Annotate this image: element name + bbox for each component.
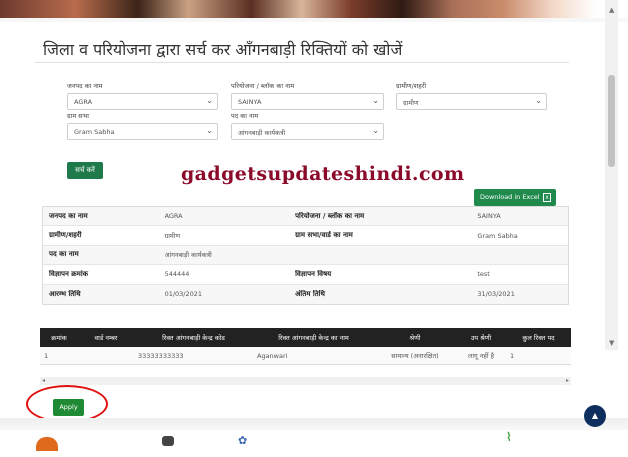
table-cell: 1 (510, 351, 515, 360)
title-divider (35, 62, 569, 63)
details-row: आरम्भ तिथि 01/03/2021 अंतिम तिथि 31/03/2… (43, 284, 568, 304)
details-row: विज्ञापन क्रमांक 544444 विज्ञापन विषय te… (43, 265, 568, 285)
details-value: 01/03/2021 (164, 290, 203, 299)
table-cell: 1 (44, 351, 49, 360)
site-watermark: gadgetsupdateshindi.com (181, 163, 465, 185)
column-header: वार्ड नम्बर (94, 334, 118, 342)
search-button[interactable]: सर्च करें (67, 162, 103, 179)
village-label: ग्राम सभा (67, 112, 89, 120)
chevron-down-icon: ⌄ (535, 96, 542, 105)
details-key: पद का नाम (49, 250, 79, 259)
page-scrollbar-thumb[interactable] (608, 75, 615, 167)
footer-logo-icon: ✿ (238, 434, 248, 447)
details-value: 31/03/2021 (477, 290, 515, 299)
footer-logo-icon (36, 437, 58, 451)
scroll-left-arrow-icon[interactable]: ◂ (42, 377, 45, 384)
table-cell: लागू नहीं है (467, 352, 495, 360)
scroll-down-arrow-icon[interactable]: ▼ (609, 339, 614, 347)
footer-divider (0, 418, 628, 430)
village-select-value: Gram Sabha (74, 128, 115, 136)
column-header: क्रमांक (51, 334, 67, 342)
details-key: विज्ञापन विषय (295, 269, 332, 278)
details-key: जनपद का नाम (49, 211, 88, 220)
table-row: 1 33333333333 Aganwari सामान्य (अनारक्षि… (40, 347, 571, 365)
table-cell: 33333333333 (138, 351, 184, 360)
chevron-down-icon: ⌄ (372, 126, 379, 135)
district-select-value: AGRA (74, 98, 93, 106)
area-select[interactable]: ग्रामीण ⌄ (396, 93, 547, 110)
footer-logo-icon (162, 436, 174, 446)
table-cell: Aganwari (257, 351, 288, 360)
header-banner-image (0, 0, 628, 22)
area-select-value: ग्रामीण (403, 99, 419, 107)
vacancy-details-table: जनपद का नाम AGRA परियोजना / ब्लॉक का नाम… (42, 206, 569, 305)
scroll-right-arrow-icon[interactable]: ▸ (566, 377, 569, 384)
chevron-down-icon: ⌄ (206, 126, 213, 135)
post-label: पद का नाम (231, 112, 259, 120)
page-scrollbar[interactable] (605, 0, 618, 350)
column-header: रिक्त आंगनबाड़ी केन्द्र का नाम (278, 334, 349, 342)
column-header: श्रेणी (409, 334, 421, 342)
details-key: आरम्भ तिथि (49, 289, 81, 298)
details-row: पद का नाम आंगनबाड़ी कार्यकत्री (43, 245, 568, 266)
vacancy-results-table: क्रमांक वार्ड नम्बर रिक्त आंगनबाड़ी केन्… (40, 328, 571, 365)
page-title: जिला व परियोजना द्वारा सर्च कर आँगनबाड़ी… (43, 40, 403, 59)
footer-logo-icon: ⌇ (506, 430, 512, 444)
chevron-down-icon: ⌄ (206, 96, 213, 105)
project-select-value: SAINYA (238, 98, 262, 106)
table-horizontal-scrollbar[interactable]: ◂ ▸ (40, 377, 571, 385)
details-value: ग्रामीण (164, 232, 181, 241)
post-select-value: आंगनबाड़ी कार्यकत्री (238, 129, 286, 137)
details-key: ग्राम सभा/वार्ड का नाम (295, 231, 353, 240)
details-value: Gram Sabha (477, 231, 518, 240)
details-row: जनपद का नाम AGRA परियोजना / ब्लॉक का नाम… (43, 207, 568, 227)
details-row: ग्रामीण/शहरी ग्रामीण ग्राम सभा/वार्ड का … (43, 226, 568, 246)
table-cell: सामान्य (अनारक्षित) (391, 352, 439, 360)
details-value: आंगनबाड़ी कार्यकत्री (164, 251, 212, 260)
details-value: 544444 (164, 270, 190, 279)
district-select[interactable]: AGRA ⌄ (67, 93, 218, 110)
details-value: SAINYA (477, 212, 501, 221)
details-key: विज्ञापन क्रमांक (49, 269, 89, 278)
download-excel-button[interactable]: Download in Excel x (474, 189, 556, 206)
scroll-to-top-button[interactable]: ▲ (584, 405, 606, 427)
post-select[interactable]: आंगनबाड़ी कार्यकत्री ⌄ (231, 123, 384, 140)
details-value: test (477, 270, 490, 279)
details-key: अंतिम तिथि (295, 289, 325, 298)
column-header: कुल रिक्त पद (522, 334, 555, 342)
column-header: रिक्त आंगनबाड़ी केन्द्र कोड (162, 334, 225, 342)
village-select[interactable]: Gram Sabha ⌄ (67, 123, 218, 140)
project-select[interactable]: SAINYA ⌄ (231, 93, 384, 110)
details-key: ग्रामीण/शहरी (49, 231, 82, 240)
results-header-row: क्रमांक वार्ड नम्बर रिक्त आंगनबाड़ी केन्… (40, 328, 571, 347)
scroll-up-arrow-icon[interactable]: ▲ (609, 6, 614, 14)
chevron-down-icon: ⌄ (372, 96, 379, 105)
column-header: उप श्रेणी (470, 334, 492, 342)
details-value: AGRA (164, 212, 183, 221)
project-label: परियोजना / ब्लॉक का नाम (231, 82, 295, 90)
download-excel-label: Download in Excel (480, 193, 540, 201)
district-label: जनपद का नाम (67, 82, 103, 90)
excel-icon: x (543, 193, 551, 202)
details-key: परियोजना / ब्लॉक का नाम (295, 211, 365, 220)
area-label: ग्रामीण/शहरी (396, 82, 427, 90)
